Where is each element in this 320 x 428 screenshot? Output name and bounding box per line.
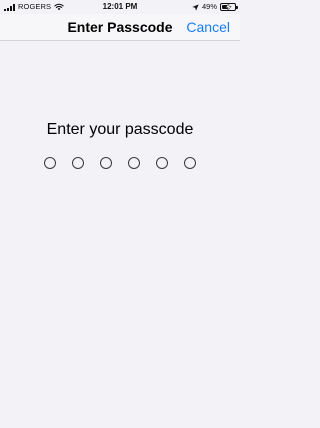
status-bar: ROGERS 12:01 PM 49% — [0, 0, 240, 14]
location-arrow-icon — [192, 3, 199, 11]
passcode-screen: ROGERS 12:01 PM 49% Enter Passcode Cance… — [0, 0, 240, 428]
charging-bolt-icon — [225, 3, 232, 11]
battery-charging-icon — [220, 3, 238, 11]
navigation-bar: Enter Passcode Cancel — [0, 14, 240, 41]
battery-percent: 49% — [201, 2, 217, 11]
cancel-button[interactable]: Cancel — [186, 18, 230, 36]
passcode-prompt: Enter your passcode — [46, 121, 194, 138]
status-bar-right: 49% — [192, 2, 238, 12]
